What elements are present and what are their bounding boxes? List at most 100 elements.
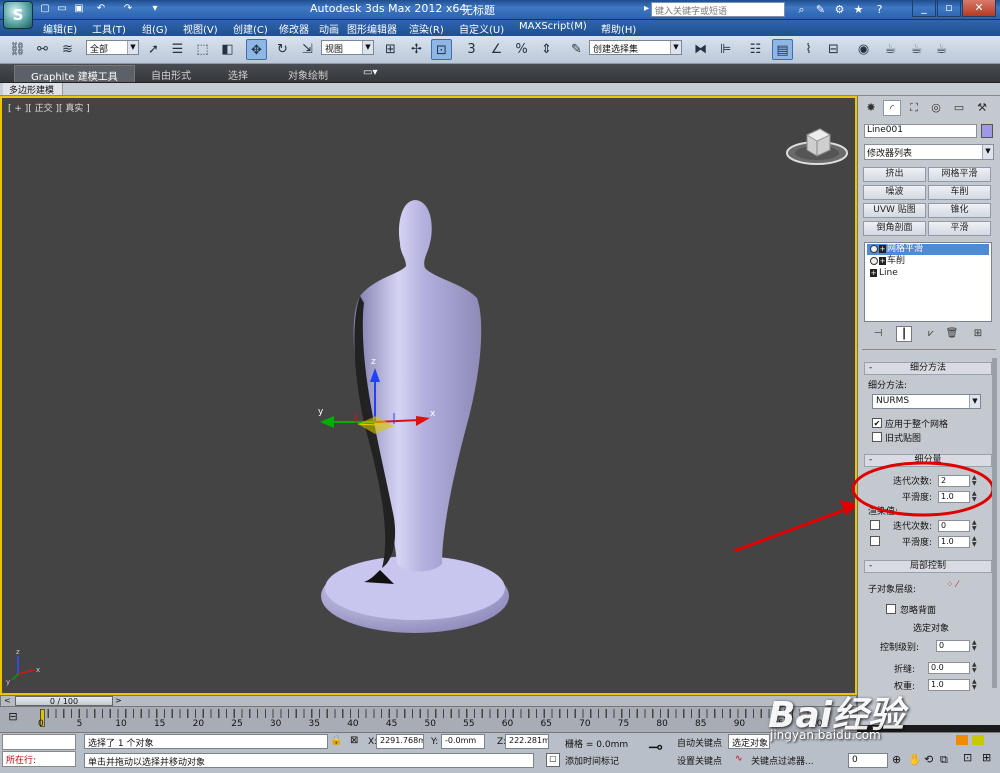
next-frame-icon[interactable]: > [115,696,122,705]
menu-rendering[interactable]: 渲染(R) [409,21,444,36]
pan-hand-icon[interactable]: ✋ [908,753,922,766]
selected-set-dropdown[interactable]: 选定对象 [728,734,770,749]
select-object-icon[interactable]: ➚ [143,39,164,60]
select-and-manipulate-icon[interactable]: ✢ [406,39,427,60]
search-input[interactable]: 键入关键字或短语 [651,2,785,17]
weight-spinner[interactable]: 1.0 [928,679,970,691]
modifier-button-meshsmooth[interactable]: 网格平滑 [928,167,991,182]
curve-editor-icon[interactable]: ⌇ [798,39,819,60]
menu-graph-editors[interactable]: 图形编辑器 [347,21,397,36]
perspective-viewport[interactable]: [ + ][ 正交 ][ 真实 ] x y z z x y [0,96,857,695]
make-unique-icon[interactable]: ⩗ [923,326,939,342]
configure-modifier-sets-icon[interactable]: ⊞ [970,326,986,342]
selection-filter-dropdown[interactable]: 全部 ▼ [86,40,139,55]
menu-customize[interactable]: 自定义(U) [459,21,504,36]
redo-icon[interactable]: ↷ [121,2,135,16]
pivot-center-icon[interactable]: ⊞ [380,39,401,60]
window-crossing-icon[interactable]: ◧ [217,39,238,60]
spinner-arrows-icon[interactable]: ▲ ▼ [972,662,979,674]
pin-stack-icon[interactable]: ⊣ [870,326,886,342]
expand-icon[interactable]: + [879,245,886,253]
select-and-link-icon[interactable]: ⛓ [7,39,28,60]
color-swatch-yellow[interactable] [972,735,984,745]
save-file-icon[interactable]: ▣ [72,2,86,16]
rollout-local-control[interactable]: - 局部控制 [864,560,992,573]
help-icon[interactable]: ? [872,2,887,17]
menu-create[interactable]: 创建(C) [233,21,268,36]
rectangular-selection-icon[interactable]: ⬚ [192,39,213,60]
mini-curve-editor-icon[interactable]: ⊟ [4,710,22,724]
modifier-button-extrude[interactable]: 挤出 [863,167,926,182]
zoom-icon[interactable]: ⊕ [892,753,901,766]
select-by-name-icon[interactable]: ☰ [167,39,188,60]
motion-tab-icon[interactable]: ◎ [927,100,945,116]
menu-maxscript[interactable]: MAXScript(M) [519,21,587,32]
edit-named-selection-icon[interactable]: ✎ [566,39,587,60]
time-slider[interactable]: 0 / 100 < > [0,695,857,707]
modifier-button-taper[interactable]: 锥化 [928,203,991,218]
modifier-stack[interactable]: + 网格平滑 + 车削 + Line [864,242,992,322]
maximize-button[interactable]: ▫ [937,0,961,17]
subscription-icon[interactable]: ✎ [813,2,828,17]
tab-graphite-modeling-tools[interactable]: Graphite 建模工具 [14,65,135,83]
app-logo[interactable]: S [3,1,33,29]
reference-coordinate-dropdown[interactable]: 视图 ▼ [321,40,374,55]
stack-item-lathe[interactable]: + 车削 [867,256,989,267]
modifier-button-noise[interactable]: 噪波 [863,185,926,200]
graphite-ribbon-toggle-icon[interactable]: ▤ [772,39,793,60]
minimize-button[interactable]: _ [912,0,936,17]
key-filters-button[interactable]: 关键点过滤器... [751,754,814,767]
render-production-icon[interactable]: ☕ [931,39,952,60]
absolute-mode-icon[interactable]: ⊠ [350,735,358,746]
prev-frame-icon[interactable]: < [4,696,11,705]
spinner-arrows-icon[interactable]: ▲ ▼ [972,640,979,652]
render-smoothness-checkbox[interactable] [870,536,880,546]
bind-space-warp-icon[interactable]: ≋ [57,39,78,60]
stack-item-line[interactable]: + Line [867,268,989,279]
legacy-mapping-checkbox[interactable] [872,432,882,442]
modifier-list-dropdown[interactable]: 修改器列表 ▼ [864,144,994,160]
select-and-move-icon[interactable]: ✥ [246,39,267,60]
lock-selection-icon[interactable]: 🔒 [330,735,342,746]
menu-animation[interactable]: 动画 [319,21,339,36]
modifier-button-smooth[interactable]: 平滑 [928,221,991,236]
rendered-frame-window-icon[interactable]: ☕ [906,39,927,60]
modifier-button-lathe[interactable]: 车削 [928,185,991,200]
add-time-tag-label[interactable]: 添加时间标记 [565,754,619,767]
material-editor-icon[interactable]: ◉ [853,39,874,60]
menu-modifiers[interactable]: 修改器 [279,21,309,36]
bulb-icon[interactable] [870,245,878,253]
ribbon-options-icon[interactable]: ▭▾ [363,67,377,78]
ignore-backfacing-checkbox[interactable] [886,604,896,614]
z-coordinate-field[interactable]: 222.281mr [505,734,549,749]
time-tag-icon[interactable]: ▢ [546,753,560,767]
stack-item-meshsmooth[interactable]: + 网格平滑 [867,244,989,255]
x-coordinate-field[interactable]: 2291.768m [376,734,424,749]
vertex-sublevel-icon[interactable]: ⁘ ⁄ [946,580,958,590]
command-panel-scrollbar[interactable] [992,358,997,688]
snaps-toggle-icon[interactable]: 3 [461,39,482,60]
keyboard-shortcut-override-icon[interactable]: ⊡ [431,39,452,60]
schematic-view-icon[interactable]: ⊟ [823,39,844,60]
polygon-modeling-panel[interactable]: 多边形建模 [3,83,64,96]
spinner-snap-icon[interactable]: ⇕ [536,39,557,60]
script-listener-status[interactable]: 所在行: [2,751,76,767]
bulb-icon[interactable] [870,257,878,265]
communication-icon[interactable]: ⚙ [832,2,847,17]
render-setup-icon[interactable]: ☕ [880,39,901,60]
percent-snap-icon[interactable]: % [511,39,532,60]
time-slider-thumb[interactable]: 0 / 100 [15,696,113,706]
set-key-icon[interactable]: ⊸ [648,737,663,758]
modifier-button-uvw-map[interactable]: UVW 贴图 [863,203,926,218]
zoom-all-icon[interactable]: ⊞ [982,751,991,764]
unlink-icon[interactable]: ⚯ [32,39,53,60]
expand-icon[interactable]: + [870,269,877,277]
named-selection-dropdown[interactable]: 创建选择集 ▼ [589,40,682,55]
object-name-field[interactable]: Line001 [864,124,977,138]
angle-snap-icon[interactable]: ∠ [486,39,507,60]
apply-whole-mesh-checkbox[interactable]: ✔ [872,418,882,428]
spinner-arrows-icon[interactable]: ▲ ▼ [972,679,979,691]
expand-icon[interactable]: + [879,257,886,265]
modifier-button-bevel-profile[interactable]: 倒角剖面 [863,221,926,236]
close-button[interactable]: ✕ [962,0,996,17]
